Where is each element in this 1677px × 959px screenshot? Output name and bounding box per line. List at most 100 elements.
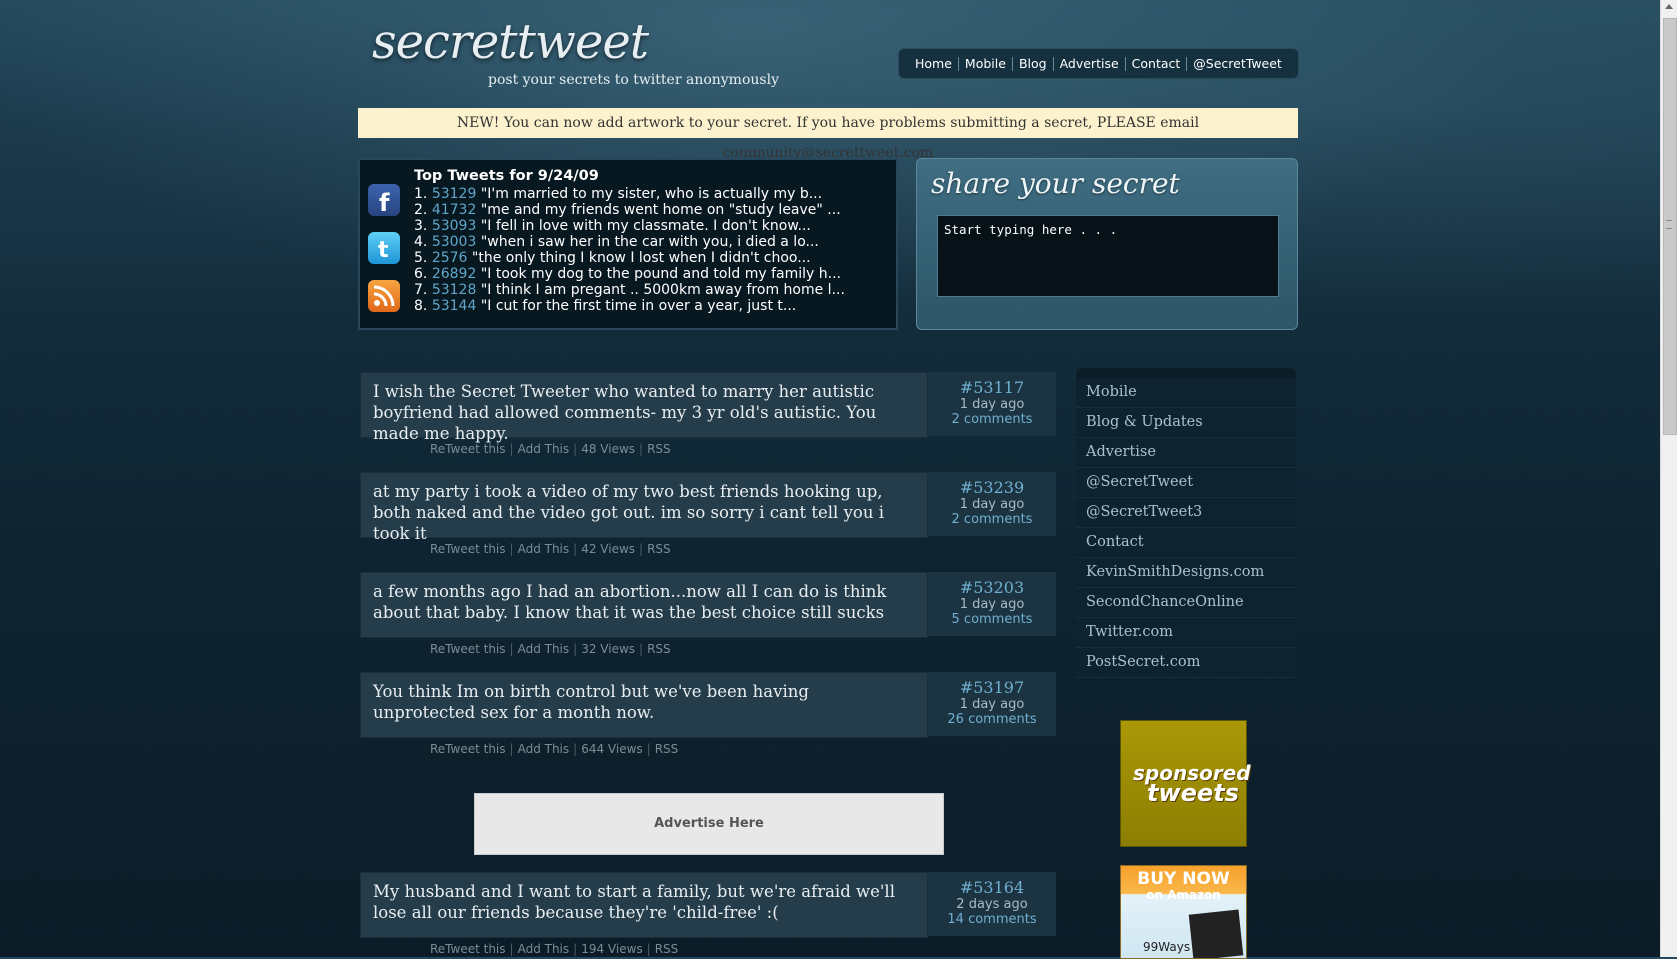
- sponsored-line2: tweets: [1147, 779, 1239, 807]
- tweet-rank: 2.: [414, 202, 428, 218]
- site-logo[interactable]: secrettweet: [372, 14, 649, 70]
- post-comments-link[interactable]: 26 comments: [928, 712, 1056, 727]
- post-comments-link[interactable]: 2 comments: [928, 412, 1056, 427]
- sidebar-item-postsecret[interactable]: PostSecret.com: [1076, 648, 1296, 678]
- sidebar-cap: [1076, 368, 1296, 378]
- tweet-rank: 3.: [414, 218, 428, 234]
- post-actions: ReTweet this | Add This | 48 Views | RSS: [430, 442, 671, 456]
- add-this-link[interactable]: Add This: [518, 442, 570, 456]
- book-title-label: 99Ways: [1143, 940, 1191, 954]
- rss-link[interactable]: RSS: [647, 542, 671, 556]
- post-number-link[interactable]: #53239: [928, 478, 1056, 497]
- sidebar-item-twitter[interactable]: Twitter.com: [1076, 618, 1296, 648]
- views-count: 42 Views: [581, 542, 636, 556]
- sidebar-item-advertise[interactable]: Advertise: [1076, 438, 1296, 468]
- views-count: 194 Views: [581, 942, 643, 956]
- post-body: at my party i took a video of my two bes…: [360, 472, 928, 543]
- post-meta: #53117 1 day ago 2 comments: [928, 372, 1056, 436]
- post-number-link[interactable]: #53164: [928, 878, 1056, 897]
- post-number-link[interactable]: #53117: [928, 378, 1056, 397]
- facebook-icon[interactable]: f: [368, 184, 400, 216]
- scrollbar-grip-icon: [1666, 220, 1672, 229]
- sidebar-item-blog[interactable]: Blog & Updates: [1076, 408, 1296, 438]
- nav-secrettweet[interactable]: @SecretTweet: [1187, 56, 1288, 71]
- rss-link[interactable]: RSS: [655, 942, 679, 956]
- sidebar-item-mobile[interactable]: Mobile: [1076, 378, 1296, 408]
- amazon-label: on Amazon: [1146, 888, 1221, 902]
- rss-link[interactable]: RSS: [655, 742, 679, 756]
- sidebar-item-secrettweet3[interactable]: @SecretTweet3: [1076, 498, 1296, 528]
- nav-advertise[interactable]: Advertise: [1054, 56, 1126, 71]
- tweet-rank: 5.: [414, 250, 428, 266]
- rss-icon[interactable]: [368, 280, 400, 312]
- retweet-link[interactable]: ReTweet this: [430, 442, 506, 456]
- tweet-id-link[interactable]: 2576: [432, 250, 468, 266]
- post-number-link[interactable]: #53203: [928, 578, 1056, 597]
- post-text: a few months ago I had an abortion...now…: [373, 582, 887, 622]
- post-time: 1 day ago: [959, 397, 1025, 412]
- svg-text:t: t: [378, 238, 389, 263]
- post-comments-link[interactable]: 2 comments: [928, 512, 1056, 527]
- tweet-excerpt: "I'm married to my sister, who is actual…: [480, 186, 823, 202]
- add-this-link[interactable]: Add This: [518, 642, 570, 656]
- share-secret-title: share your secret: [931, 167, 1180, 200]
- sidebar-item-secrettweet[interactable]: @SecretTweet: [1076, 468, 1296, 498]
- retweet-link[interactable]: ReTweet this: [430, 542, 506, 556]
- rss-link[interactable]: RSS: [647, 642, 671, 656]
- secret-input[interactable]: [937, 215, 1279, 297]
- sponsored-tweets-ad[interactable]: sponsored tweets: [1120, 720, 1251, 847]
- nav-blog[interactable]: Blog: [1013, 56, 1054, 71]
- post-time: 2 days ago: [956, 897, 1028, 912]
- amazon-book-ad[interactable]: BUY NOW on Amazon 99Ways: [1120, 865, 1247, 959]
- post-time: 1 day ago: [959, 597, 1025, 612]
- top-tweets-title: Top Tweets for 9/24/09: [414, 168, 599, 184]
- nav-home[interactable]: Home: [909, 56, 959, 71]
- top-tweet-item: 4. 53003 "when i saw her in the car with…: [414, 234, 845, 250]
- top-tweet-item: 6. 26892 "I took my dog to the pound and…: [414, 266, 845, 282]
- top-navigation: Home Mobile Blog Advertise Contact @Secr…: [898, 48, 1299, 79]
- tweet-id-link[interactable]: 41732: [432, 202, 477, 218]
- secret-post: You think Im on birth control but we've …: [358, 672, 1058, 756]
- tweet-id-link[interactable]: 26892: [432, 266, 477, 282]
- post-comments-link[interactable]: 5 comments: [928, 612, 1056, 627]
- post-number-link[interactable]: #53197: [928, 678, 1056, 697]
- sidebar-item-contact[interactable]: Contact: [1076, 528, 1296, 558]
- nav-mobile[interactable]: Mobile: [959, 56, 1013, 71]
- tweet-rank: 4.: [414, 234, 428, 250]
- post-text: You think Im on birth control but we've …: [373, 682, 809, 722]
- post-body: I wish the Secret Tweeter who wanted to …: [360, 372, 928, 443]
- post-meta: #53164 2 days ago 14 comments: [928, 872, 1056, 936]
- top-tweet-item: 3. 53093 "I fell in love with my classma…: [414, 218, 845, 234]
- nav-contact[interactable]: Contact: [1126, 56, 1188, 71]
- post-time: 1 day ago: [959, 697, 1025, 712]
- vertical-scrollbar[interactable]: [1660, 0, 1677, 957]
- tweet-id-link[interactable]: 53093: [432, 218, 477, 234]
- tweet-rank: 7.: [414, 282, 428, 298]
- post-time: 1 day ago: [959, 497, 1025, 512]
- add-this-link[interactable]: Add This: [518, 542, 570, 556]
- views-count: 48 Views: [581, 442, 636, 456]
- rss-link[interactable]: RSS: [647, 442, 671, 456]
- sidebar-item-secondchanceonline[interactable]: SecondChanceOnline: [1076, 588, 1296, 618]
- top-tweets-list: 1. 53129 "I'm married to my sister, who …: [414, 186, 845, 314]
- retweet-link[interactable]: ReTweet this: [430, 742, 506, 756]
- top-tweet-item: 8. 53144 "I cut for the first time in ov…: [414, 298, 845, 314]
- advertise-here-banner[interactable]: Advertise Here: [474, 793, 944, 855]
- tweet-excerpt: "I fell in love with my classmate. I don…: [480, 218, 811, 234]
- add-this-link[interactable]: Add This: [518, 742, 570, 756]
- add-this-link[interactable]: Add This: [518, 942, 570, 956]
- retweet-link[interactable]: ReTweet this: [430, 642, 506, 656]
- sidebar-item-kevinsmithdesigns[interactable]: KevinSmithDesigns.com: [1076, 558, 1296, 588]
- tweet-id-link[interactable]: 53129: [432, 186, 477, 202]
- tweet-id-link[interactable]: 53128: [432, 282, 477, 298]
- tweet-id-link[interactable]: 53003: [432, 234, 477, 250]
- post-actions: ReTweet this | Add This | 42 Views | RSS: [430, 542, 671, 556]
- buy-now-label: BUY NOW: [1137, 869, 1230, 889]
- post-meta: #53203 1 day ago 5 comments: [928, 572, 1056, 636]
- retweet-link[interactable]: ReTweet this: [430, 942, 506, 956]
- tweet-id-link[interactable]: 53144: [432, 298, 477, 314]
- post-comments-link[interactable]: 14 comments: [928, 912, 1056, 927]
- twitter-icon[interactable]: t: [368, 232, 400, 264]
- post-actions: ReTweet this | Add This | 194 Views | RSS: [430, 942, 679, 956]
- scroll-up-arrow-icon[interactable]: [1665, 4, 1673, 9]
